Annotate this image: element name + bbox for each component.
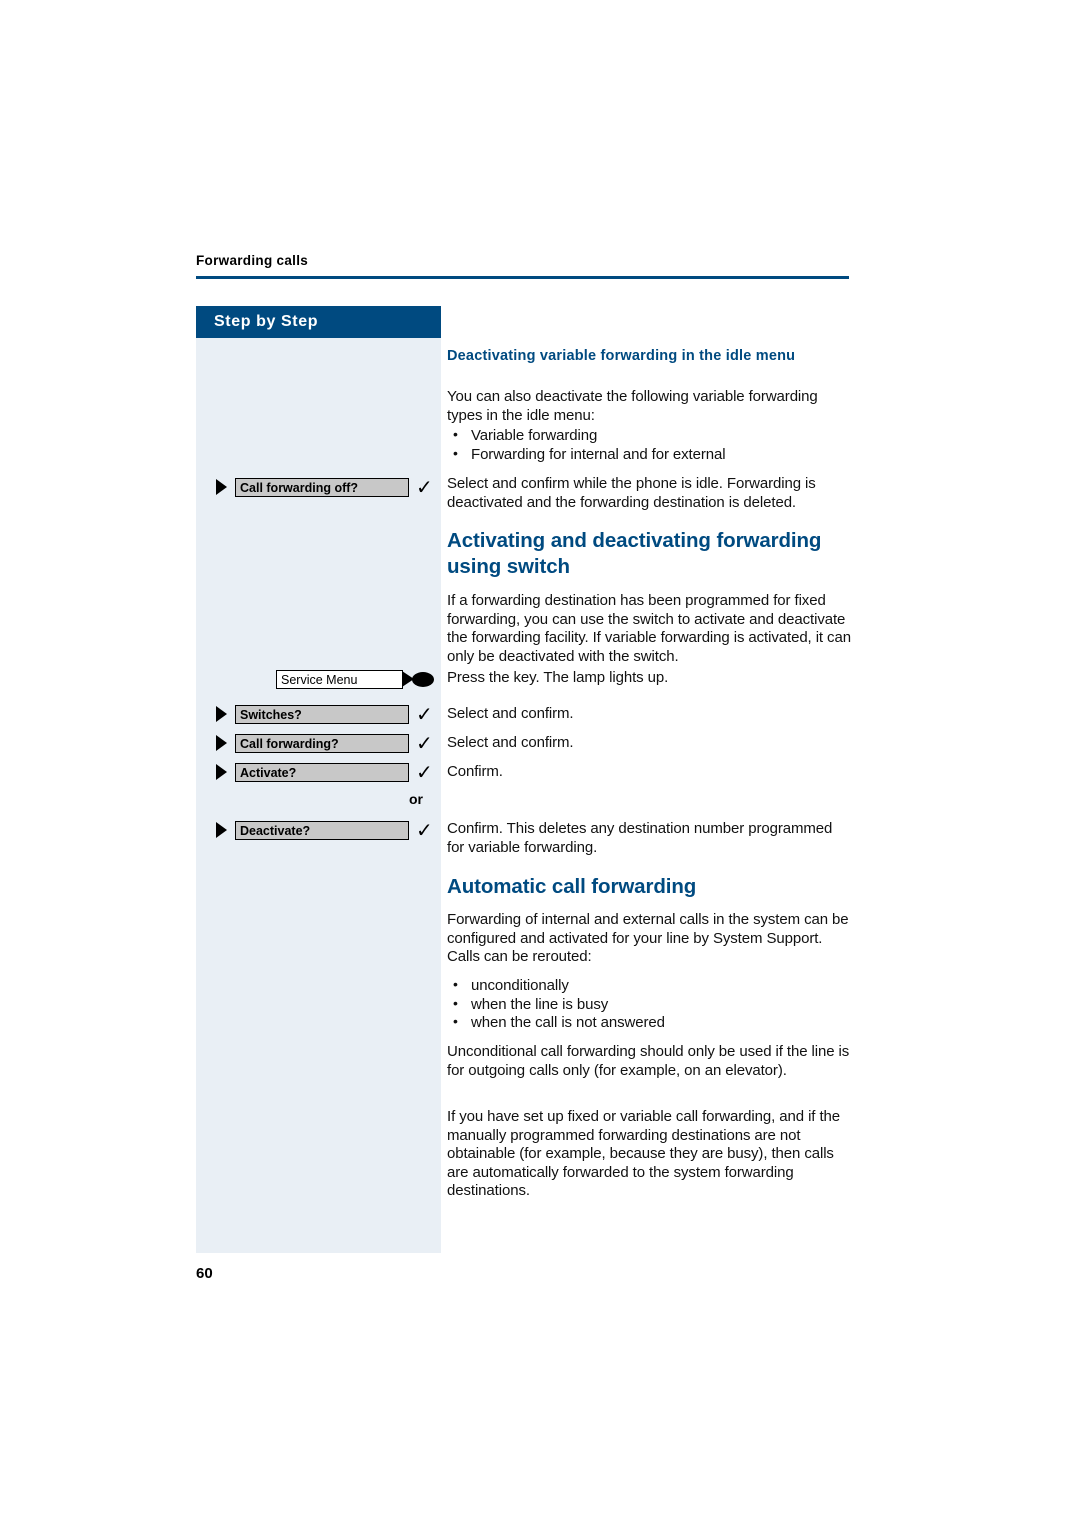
step-by-step-banner: Step by Step bbox=[196, 306, 441, 338]
step-by-step-label: Step by Step bbox=[214, 313, 319, 330]
step-text-press-key: Press the key. The lamp lights up. bbox=[447, 669, 669, 686]
heading-automatic-call-forwarding: Automatic call forwarding bbox=[447, 875, 697, 898]
document-page: Forwarding calls Step by Step Call forwa… bbox=[0, 0, 1080, 1528]
or-separator: or bbox=[409, 791, 423, 807]
header-rule bbox=[196, 276, 849, 279]
display-row-service-menu[interactable]: Service Menu bbox=[196, 670, 441, 689]
select-arrow-icon bbox=[216, 764, 227, 780]
display-row-deactivate[interactable]: Deactivate? ✓ bbox=[216, 818, 441, 842]
step-text-confirm-deletes: Confirm. This deletes any destination nu… bbox=[447, 820, 833, 856]
lcd-box-service-menu: Service Menu bbox=[276, 670, 403, 689]
paragraph-idle-menu-intro: You can also deactivate the following va… bbox=[447, 388, 818, 424]
confirm-check-icon: ✓ bbox=[416, 731, 433, 755]
confirm-check-icon: ✓ bbox=[416, 760, 433, 784]
lcd-label: Service Menu bbox=[281, 673, 358, 687]
display-row-call-forwarding-off[interactable]: Call forwarding off? ✓ bbox=[216, 475, 441, 499]
paragraph-switch-description: If a forwarding destination has been pro… bbox=[447, 592, 851, 665]
subheading-deactivating-variable-forwarding: Deactivating variable forwarding in the … bbox=[447, 348, 851, 378]
list-idle-menu-types: Variable forwarding Forwarding for inter… bbox=[447, 426, 847, 465]
paragraph-automatic-intro: Forwarding of internal and external call… bbox=[447, 911, 849, 966]
lcd-label: Call forwarding off? bbox=[240, 481, 359, 495]
confirm-check-icon: ✓ bbox=[416, 475, 433, 499]
lcd-label: Activate? bbox=[240, 766, 297, 780]
paragraph-fixed-variable-note: If you have set up fixed or variable cal… bbox=[447, 1108, 840, 1200]
step-text-select-confirm-1: Select and confirm. bbox=[447, 705, 574, 722]
display-row-switches[interactable]: Switches? ✓ bbox=[216, 702, 441, 726]
list-item: when the line is busy bbox=[447, 995, 847, 1015]
paragraph-select-confirm-idle: Select and confirm while the phone is id… bbox=[447, 475, 816, 511]
service-key-icon[interactable] bbox=[402, 670, 434, 689]
list-item: Forwarding for internal and for external bbox=[447, 445, 847, 465]
display-row-call-forwarding[interactable]: Call forwarding? ✓ bbox=[216, 731, 441, 755]
lcd-box: Deactivate? bbox=[235, 821, 409, 840]
list-item: Variable forwarding bbox=[447, 426, 847, 446]
running-header: Forwarding calls bbox=[196, 253, 309, 268]
subheading-text: Deactivating variable forwarding in the … bbox=[447, 348, 796, 364]
confirm-check-icon: ✓ bbox=[416, 818, 433, 842]
lcd-box: Call forwarding off? bbox=[235, 478, 409, 497]
lcd-box: Activate? bbox=[235, 763, 409, 782]
paragraph-unconditional-note: Unconditional call forwarding should onl… bbox=[447, 1043, 850, 1079]
select-arrow-icon bbox=[216, 822, 227, 838]
select-arrow-icon bbox=[216, 706, 227, 722]
select-arrow-icon bbox=[216, 479, 227, 495]
display-row-activate[interactable]: Activate? ✓ bbox=[216, 760, 441, 784]
lcd-box: Call forwarding? bbox=[235, 734, 409, 753]
page-number: 60 bbox=[196, 1265, 213, 1282]
key-oval-icon bbox=[412, 672, 434, 687]
lcd-label: Switches? bbox=[240, 708, 302, 722]
step-text-select-confirm-2: Select and confirm. bbox=[447, 734, 574, 751]
list-item: unconditionally bbox=[447, 976, 847, 996]
step-text-confirm: Confirm. bbox=[447, 763, 503, 780]
heading-activating-deactivating-switch: Activating and deactivating forwarding u… bbox=[447, 529, 822, 579]
lcd-box: Switches? bbox=[235, 705, 409, 724]
lcd-label: Deactivate? bbox=[240, 824, 311, 838]
list-item: when the call is not answered bbox=[447, 1013, 847, 1033]
select-arrow-icon bbox=[216, 735, 227, 751]
list-reroute-conditions: unconditionally when the line is busy wh… bbox=[447, 976, 847, 1033]
confirm-check-icon: ✓ bbox=[416, 702, 433, 726]
lcd-label: Call forwarding? bbox=[240, 737, 339, 751]
